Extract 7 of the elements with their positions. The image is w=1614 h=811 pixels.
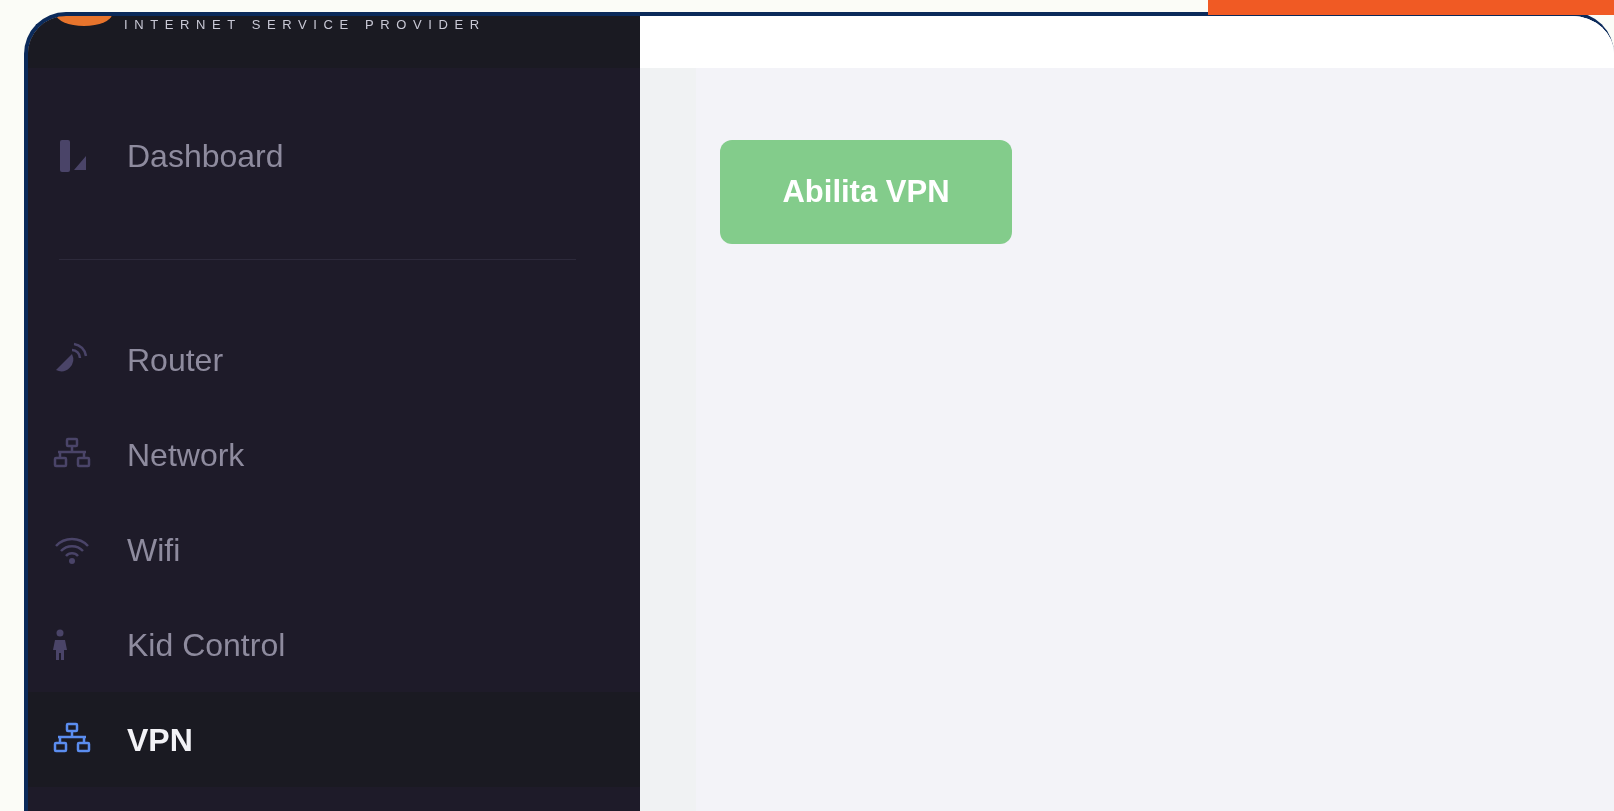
sidebar-item[interactable]: Router (28, 312, 640, 407)
sidebar-item[interactable]: Wifi (28, 502, 640, 597)
brand-tagline: INTERNET SERVICE PROVIDER (124, 16, 486, 34)
sidebar-item[interactable]: Network (28, 407, 640, 502)
sidebar-item[interactable]: VPN (28, 692, 640, 787)
sidebar-item[interactable]: Kid Control (28, 597, 640, 692)
sidebar-item[interactable]: Dashboard (28, 108, 640, 203)
